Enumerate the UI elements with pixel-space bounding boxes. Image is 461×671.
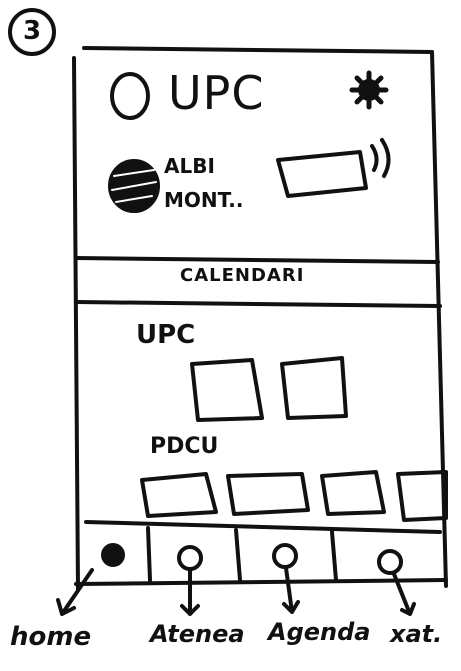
nav-item-agenda[interactable] (240, 532, 332, 580)
calendar-divider (74, 300, 442, 308)
nav-item-xat[interactable] (336, 534, 440, 580)
user-name-line1: ALBI (164, 154, 215, 178)
calendar-bar[interactable] (78, 262, 438, 302)
user-name-line2: MONT.. (164, 188, 244, 212)
section-title-upc: UPC (136, 320, 196, 350)
upc-card-2[interactable] (280, 356, 348, 420)
nav-label-atenea: Atenea (150, 620, 245, 648)
avatar (108, 159, 160, 213)
sketch-number: 3 (23, 16, 42, 46)
pdcu-card-3[interactable] (320, 470, 386, 516)
nav-label-agenda: Agenda (268, 618, 371, 646)
phone-bottom-edge (74, 578, 448, 586)
settings-button[interactable] (348, 70, 390, 112)
logo-circle-icon (110, 72, 150, 120)
pdcu-card-1[interactable] (140, 472, 218, 518)
pdcu-card-4[interactable] (396, 470, 446, 522)
app-title: UPC (168, 66, 265, 120)
nav-label-xat: xat. (390, 620, 443, 648)
section-title-pdcu: PDCU (150, 434, 219, 459)
nav-item-atenea[interactable] (150, 530, 236, 580)
nav-label-home: home (10, 622, 92, 652)
card-button[interactable] (274, 140, 400, 200)
nav-item-home[interactable] (80, 528, 148, 580)
upc-card-1[interactable] (190, 358, 264, 422)
phone-top-edge (82, 46, 434, 54)
pdcu-card-2[interactable] (226, 472, 310, 516)
phone-left-edge (72, 56, 80, 592)
